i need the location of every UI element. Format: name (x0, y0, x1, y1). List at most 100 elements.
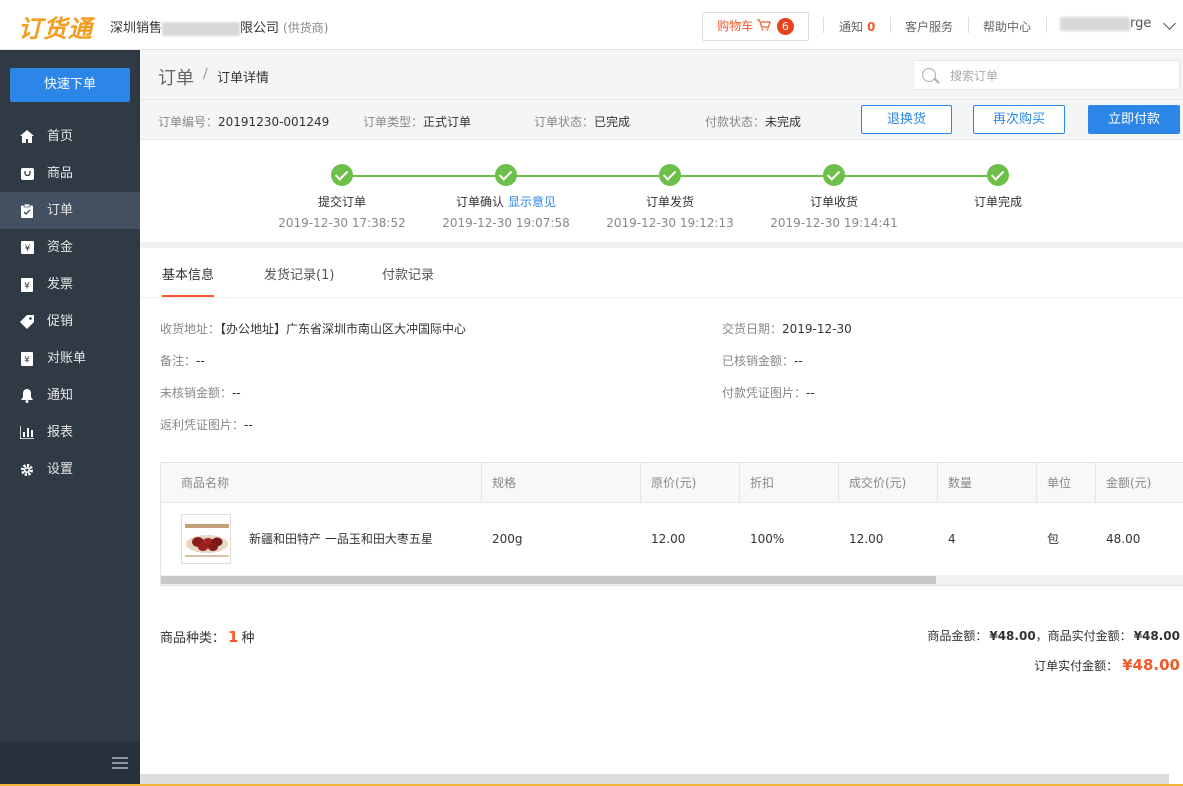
order-paid-summary: 订单实付金额： ¥48.00 (1034, 656, 1180, 674)
sidebar-item-report[interactable]: 报表 (0, 414, 140, 451)
sidebar-item-label: 首页 (47, 129, 74, 144)
funds-icon: ¥ (20, 241, 34, 255)
chevron-down-icon[interactable] (1163, 17, 1176, 30)
search-input[interactable] (950, 66, 1170, 86)
detail-tabs: 基本信息 发货记录(1) 付款记录 (140, 248, 1183, 298)
table-horizontal-scrollbar[interactable] (161, 575, 1183, 585)
sidebar-footer (0, 742, 140, 786)
sidebar-item-label: 发票 (47, 277, 74, 292)
field-written-off: 已核销金额：-- (722, 354, 803, 368)
svg-text:¥: ¥ (24, 244, 30, 254)
sidebar-item-home[interactable]: 首页 (0, 118, 140, 155)
sidebar-item-label: 商品 (47, 166, 74, 181)
table-header: 商品名称 规格 原价(元) 折扣 成交价(元) 数量 单位 金额(元) (161, 463, 1183, 503)
step-complete: 订单完成 (918, 164, 1078, 216)
column-header: 商品名称 (161, 463, 482, 503)
search-icon[interactable] (922, 68, 936, 82)
redacted-text (162, 21, 241, 36)
field-remark: 备注：-- (160, 354, 205, 368)
quick-order-button[interactable]: 快速下单 (10, 68, 130, 102)
company-name-suffix: 限公司 (240, 21, 280, 36)
page-horizontal-scrollbar[interactable] (140, 774, 1169, 784)
check-icon (495, 164, 517, 186)
sidebar: 快速下单 首页 商品 订单 ¥ 资金 ¥ 发票 促销 ¥ 对账单 通知 报表 设… (0, 50, 140, 786)
column-header: 规格 (482, 463, 641, 503)
field-rebate-proof: 返利凭证图片：-- (160, 418, 253, 432)
scrollbar-thumb[interactable] (161, 576, 936, 584)
notice-label: 通知 (839, 20, 864, 34)
svg-text:¥: ¥ (24, 281, 30, 291)
company-name-prefix: 深圳销售 (110, 21, 163, 36)
check-icon (987, 164, 1009, 186)
product-thumbnail[interactable] (181, 514, 231, 564)
field-payment-proof: 付款凭证图片：-- (722, 386, 815, 400)
payment-status: 付款状态：未完成 (705, 115, 802, 129)
sidebar-item-label: 对账单 (47, 351, 87, 366)
divider (1046, 17, 1047, 33)
svg-text:¥: ¥ (24, 355, 30, 365)
cart-count-badge: 6 (776, 18, 794, 35)
order-progress: 提交订单 2019-12-30 17:38:52 订单确认 显示意见 2019-1… (140, 140, 1183, 244)
order-items-table: 商品名称 规格 原价(元) 折扣 成交价(元) 数量 单位 金额(元) 新疆和田… (160, 462, 1183, 586)
divider (968, 17, 969, 33)
sidebar-item-label: 促销 (47, 314, 74, 329)
step-time: 2019-12-30 19:14:41 (770, 216, 898, 230)
tab-basic-info[interactable]: 基本信息 (162, 264, 214, 283)
check-icon (331, 164, 353, 186)
home-icon (20, 130, 34, 144)
unit: 包 (1047, 532, 1060, 546)
help-center-link[interactable]: 帮助中心 (983, 18, 1031, 35)
return-exchange-button[interactable]: 退换货 (861, 105, 952, 134)
sidebar-item-funds[interactable]: ¥ 资金 (0, 229, 140, 266)
field-delivery-date: 交货日期：2019-12-30 (722, 322, 852, 336)
main-content: 订单 / 订单详情 订单编号：20191230-001249 订单类型：正式订单… (140, 50, 1183, 786)
sidebar-item-statement[interactable]: ¥ 对账单 (0, 340, 140, 377)
sidebar-item-notice[interactable]: 通知 (0, 377, 140, 414)
field-unwritten-off: 未核销金额：-- (160, 386, 241, 400)
product-name[interactable]: 新疆和田特产 一品玉和田大枣五星 (239, 503, 433, 575)
divider (890, 17, 891, 33)
tab-payment-records[interactable]: 付款记录 (382, 264, 434, 283)
sidebar-item-label: 报表 (47, 425, 74, 440)
sidebar-item-label: 通知 (47, 388, 74, 403)
original-price: 12.00 (651, 532, 686, 546)
user-menu[interactable]: rge (1060, 16, 1151, 31)
tab-shipping-records[interactable]: 发货记录(1) (264, 264, 334, 283)
sidebar-item-label: 订单 (47, 203, 74, 218)
buy-again-button[interactable]: 再次购买 (973, 105, 1065, 134)
company-role-tag: (供货商) (283, 21, 329, 35)
collapse-menu-icon[interactable] (112, 757, 128, 770)
chart-icon (20, 426, 34, 440)
column-header: 单位 (1037, 463, 1096, 503)
order-icon (20, 203, 34, 218)
cart-button[interactable]: 购物车 6 (702, 12, 809, 41)
sidebar-item-settings[interactable]: 设置 (0, 451, 140, 488)
bell-icon (20, 388, 34, 403)
column-header: 原价(元) (641, 463, 740, 503)
user-name-suffix: rge (1130, 16, 1152, 31)
sidebar-item-invoice[interactable]: ¥ 发票 (0, 266, 140, 303)
sidebar-menu: 首页 商品 订单 ¥ 资金 ¥ 发票 促销 ¥ 对账单 通知 报表 设置 (0, 118, 140, 488)
notice-link[interactable]: 通知 0 (839, 18, 875, 35)
step-time: 2019-12-30 19:07:58 (442, 216, 570, 230)
top-bar: 订货通 深圳销售 限公司 (供货商) 购物车 6 通知 0 客户服务 帮助中心 rge (0, 0, 1183, 50)
sidebar-item-label: 设置 (47, 462, 74, 477)
breadcrumb-separator: / (203, 66, 208, 82)
order-number: 订单编号：20191230-001249 (158, 115, 330, 129)
deal-price: 12.00 (849, 532, 884, 546)
sidebar-item-orders[interactable]: 订单 (0, 192, 140, 229)
sidebar-item-promotion[interactable]: 促销 (0, 303, 140, 340)
discount: 100% (750, 532, 785, 546)
app-logo[interactable]: 订货通 (18, 9, 93, 44)
column-header: 成交价(元) (839, 463, 938, 503)
breadcrumb: 订单 / 订单详情 (140, 50, 1183, 100)
show-comments-link[interactable]: 显示意见 (508, 195, 556, 209)
breadcrumb-root[interactable]: 订单 (158, 64, 194, 90)
divider (823, 17, 824, 33)
order-info-bar: 订单编号：20191230-001249 订单类型：正式订单 订单状态：已完成 … (140, 100, 1183, 140)
sidebar-item-products[interactable]: 商品 (0, 155, 140, 192)
invoice-icon: ¥ (20, 277, 34, 292)
order-type: 订单类型：正式订单 (363, 115, 472, 129)
pay-now-button[interactable]: 立即付款 (1088, 105, 1180, 134)
customer-service-link[interactable]: 客户服务 (905, 18, 953, 35)
